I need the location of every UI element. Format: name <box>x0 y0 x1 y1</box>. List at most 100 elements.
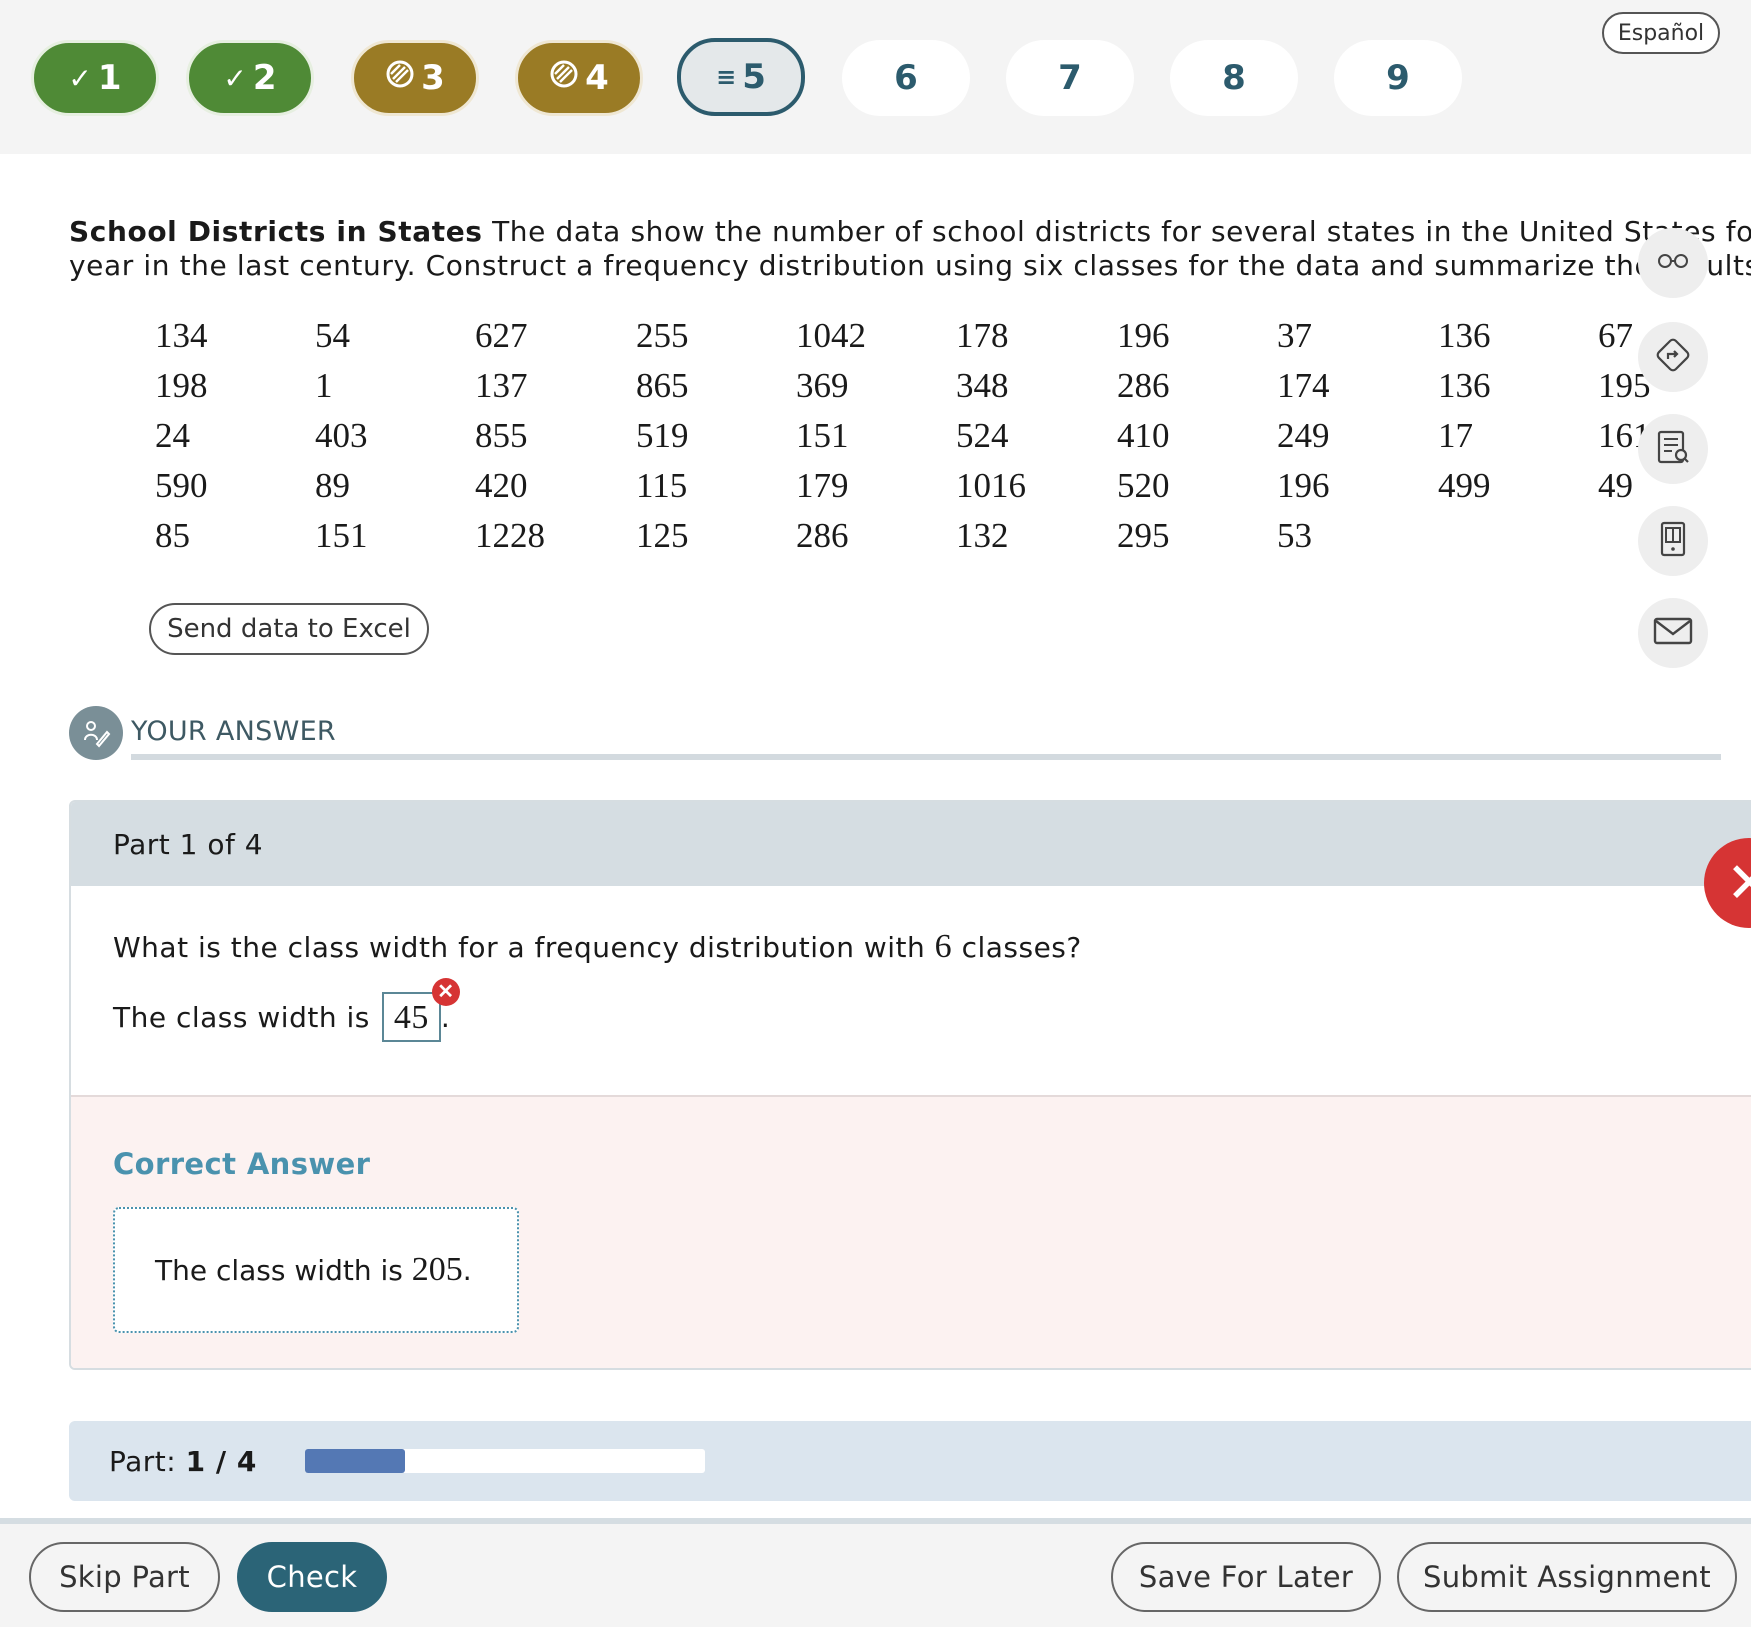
correct-answer-title: Correct Answer <box>113 1147 371 1181</box>
question-7-button[interactable]: 7 <box>1006 40 1134 116</box>
progress-bar-fill <box>305 1449 405 1473</box>
answer-prefix: The class width is <box>113 1000 370 1034</box>
problem-text-2: year in the last century. Construct a fr… <box>69 249 1751 282</box>
data-cell: 49 <box>1598 466 1633 505</box>
message-tool-button[interactable] <box>1638 598 1708 668</box>
class-width-value: 45 <box>393 999 429 1036</box>
part-label-text: Part: <box>109 1445 177 1478</box>
incorrect-icon: ✕ <box>431 978 460 1006</box>
question-4-button[interactable]: 4 <box>515 40 643 116</box>
question-text: What is the class width for a frequency … <box>113 928 1082 966</box>
data-cell: 151 <box>796 416 849 455</box>
data-cell: 855 <box>475 416 528 455</box>
data-cell: 249 <box>1277 416 1330 455</box>
data-cell: 519 <box>636 416 689 455</box>
data-cell: 286 <box>1117 366 1170 405</box>
question-5-button[interactable]: ≡ 5 <box>677 38 805 116</box>
navigate-tool-button[interactable] <box>1638 322 1708 392</box>
check-icon: ✓ <box>68 61 92 95</box>
data-cell: 136 <box>1438 366 1491 405</box>
part-progress: Part: 1 / 4 <box>69 1421 1751 1501</box>
footer-bar: Skip Part Check Save For Later Submit As… <box>0 1524 1751 1627</box>
directions-icon <box>1653 335 1693 379</box>
mail-icon <box>1653 616 1693 650</box>
data-cell: 590 <box>155 466 208 505</box>
data-cell: 1042 <box>796 316 866 355</box>
data-cell: 198 <box>155 366 208 405</box>
data-cell: 37 <box>1277 316 1312 355</box>
data-cell: 17 <box>1438 416 1473 455</box>
data-cell: 134 <box>155 316 208 355</box>
answer-pen-icon <box>69 706 123 760</box>
question-3-button[interactable]: 3 <box>351 40 479 116</box>
part-header: Part 1 of 4 <box>71 802 1751 886</box>
question-nav-bar: ✓ 1 ✓ 2 3 4 ≡ 5 6 7 8 9 Español <box>0 0 1751 154</box>
question-text-post: classes? <box>961 931 1082 964</box>
correct-answer-panel: Correct Answer The class width is 205. <box>71 1095 1751 1368</box>
data-cell: 520 <box>1117 466 1170 505</box>
data-cell: 24 <box>155 416 190 455</box>
divider <box>131 754 1721 760</box>
ebook-icon <box>1653 519 1693 563</box>
ebook-tool-button[interactable] <box>1638 506 1708 576</box>
send-to-excel-button[interactable]: Send data to Excel <box>149 603 429 655</box>
question-8-button[interactable]: 8 <box>1170 40 1298 116</box>
notes-tool-button[interactable] <box>1638 414 1708 484</box>
your-answer-label: YOUR ANSWER <box>131 716 336 747</box>
check-button[interactable]: Check <box>237 1542 387 1612</box>
data-cell: 174 <box>1277 366 1330 405</box>
data-cell: 1016 <box>956 466 1026 505</box>
correct-suffix: . <box>462 1253 472 1287</box>
notes-search-icon <box>1653 427 1693 471</box>
problem-statement: School Districts in States The data show… <box>69 215 1751 283</box>
submit-assignment-button[interactable]: Submit Assignment <box>1397 1542 1737 1612</box>
problem-text-1: The data show the number of school distr… <box>492 215 1751 248</box>
data-cell: 1228 <box>475 516 545 555</box>
question-9-button[interactable]: 9 <box>1334 40 1462 116</box>
data-cell: 151 <box>315 516 368 555</box>
question-1-button[interactable]: ✓ 1 <box>31 40 159 116</box>
question-nav: ✓ 1 ✓ 2 3 4 ≡ 5 6 7 8 9 <box>0 0 1751 154</box>
partial-progress-icon <box>385 58 415 98</box>
class-width-input[interactable]: 45 ✕ <box>381 978 460 1042</box>
data-cell: 125 <box>636 516 689 555</box>
data-cell: 410 <box>1117 416 1170 455</box>
problem-line-1: School Districts in States The data show… <box>69 215 1751 249</box>
data-cell: 255 <box>636 316 689 355</box>
data-cell: 524 <box>956 416 1009 455</box>
data-cell: 136 <box>1438 316 1491 355</box>
data-cell: 627 <box>475 316 528 355</box>
accessibility-tool-button[interactable] <box>1638 228 1708 298</box>
data-cell: 420 <box>475 466 528 505</box>
part-progress-label: Part: 1 / 4 <box>109 1445 257 1478</box>
data-cell: 54 <box>315 316 350 355</box>
data-cell: 286 <box>796 516 849 555</box>
data-cell: 89 <box>315 466 350 505</box>
question-6-button[interactable]: 6 <box>842 40 970 116</box>
save-for-later-button[interactable]: Save For Later <box>1111 1542 1381 1612</box>
data-cell: 67 <box>1598 316 1633 355</box>
data-cell: 1 <box>315 366 333 405</box>
data-cell: 196 <box>1117 316 1170 355</box>
correct-answer-box: The class width is 205. <box>113 1207 519 1333</box>
data-cell: 137 <box>475 366 528 405</box>
progress-bar <box>305 1449 705 1473</box>
data-cell: 85 <box>155 516 190 555</box>
data-cell: 196 <box>1277 466 1330 505</box>
data-cell: 403 <box>315 416 368 455</box>
data-cell: 179 <box>796 466 849 505</box>
data-cell: 348 <box>956 366 1009 405</box>
part-card: Part 1 of 4 What is the class width for … <box>69 800 1751 1370</box>
question-number: 6 <box>934 928 953 965</box>
language-toggle-button[interactable]: Español <box>1602 12 1720 54</box>
skip-part-button[interactable]: Skip Part <box>29 1542 220 1612</box>
data-cell: 178 <box>956 316 1009 355</box>
question-2-button[interactable]: ✓ 2 <box>186 40 314 116</box>
data-cell: 115 <box>636 466 688 505</box>
data-cell: 865 <box>636 366 689 405</box>
glasses-icon <box>1656 251 1690 275</box>
answer-line: The class width is 45 ✕ . <box>113 978 460 1042</box>
data-cell: 499 <box>1438 466 1491 505</box>
problem-title: School Districts in States <box>69 215 483 248</box>
list-icon: ≡ <box>716 63 737 91</box>
